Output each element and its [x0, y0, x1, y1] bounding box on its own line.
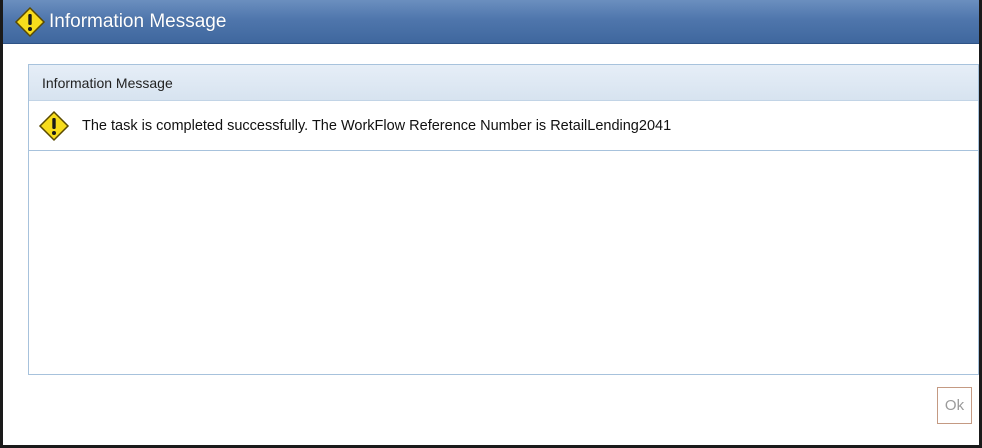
warning-diamond-icon [13, 5, 47, 39]
dialog-title: Information Message [49, 10, 227, 32]
title-bar[interactable]: Information Message [3, 0, 979, 44]
message-text: The task is completed successfully. The … [82, 117, 672, 134]
information-message-dialog: Information Message Information Message … [0, 0, 982, 448]
warning-diamond-icon [34, 109, 74, 143]
ok-button[interactable]: Ok [937, 387, 972, 424]
panel-header: Information Message [29, 65, 978, 101]
message-panel: Information Message The task is complete… [28, 64, 979, 375]
message-row: The task is completed successfully. The … [29, 101, 978, 151]
